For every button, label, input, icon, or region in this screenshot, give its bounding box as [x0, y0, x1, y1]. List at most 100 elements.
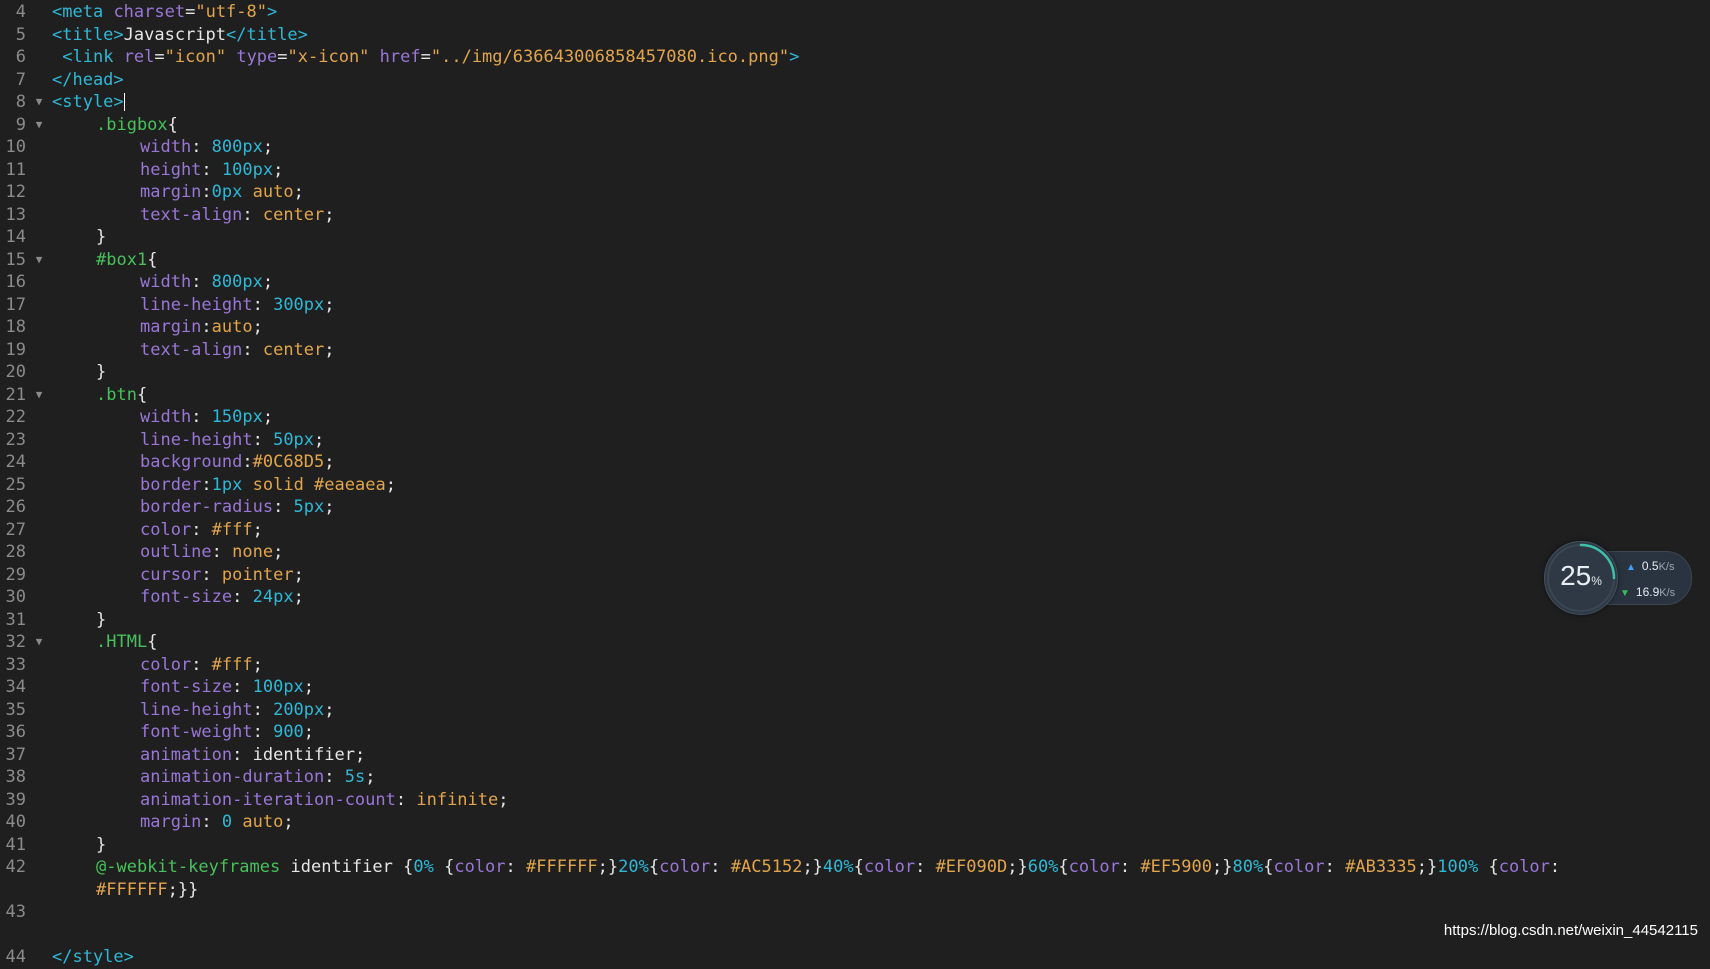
code-text[interactable]: @-webkit-keyframes identifier {0% {color… [52, 856, 1710, 879]
code-text[interactable]: #box1{ [52, 249, 1710, 272]
code-text[interactable]: border-radius: 5px; [52, 496, 1710, 519]
code-text[interactable]: } [52, 609, 1710, 632]
code-line[interactable]: 26 border-radius: 5px; [0, 496, 1710, 519]
code-text[interactable]: border:1px solid #eaeaea; [52, 474, 1710, 497]
code-line[interactable]: 7 </head> [0, 69, 1710, 92]
code-text[interactable]: margin: 0 auto; [52, 811, 1710, 834]
code-text[interactable]: font-size: 24px; [52, 586, 1710, 609]
code-line[interactable]: 14} [0, 226, 1710, 249]
code-line[interactable]: 8 ▼ <style> [0, 91, 1710, 114]
code-text[interactable]: #FFFFFF;}} [52, 879, 1710, 902]
code-text[interactable]: font-size: 100px; [52, 676, 1710, 699]
code-line[interactable]: 4 <meta charset="utf-8"> [0, 1, 1710, 24]
code-text[interactable]: width: 800px; [52, 136, 1710, 159]
code-line[interactable]: 19 text-align: center; [0, 339, 1710, 362]
code-line[interactable]: 31} [0, 609, 1710, 632]
code-text[interactable]: margin:0px auto; [52, 181, 1710, 204]
code-text[interactable]: width: 800px; [52, 271, 1710, 294]
code-line[interactable]: 30 font-size: 24px; [0, 586, 1710, 609]
fold-gutter [26, 294, 52, 317]
code-text[interactable]: line-height: 50px; [52, 429, 1710, 452]
code-text[interactable]: } [52, 226, 1710, 249]
fold-gutter [26, 361, 52, 384]
code-editor[interactable]: 4 <meta charset="utf-8"> 5 <title>Javascrip… [0, 1, 1710, 969]
code-text[interactable]: font-weight: 900; [52, 721, 1710, 744]
code-line[interactable]: 36 font-weight: 900; [0, 721, 1710, 744]
code-line[interactable]: 44 </style> [0, 946, 1710, 969]
code-text[interactable]: <link rel="icon" type="x-icon" href="../… [52, 46, 1710, 69]
code-text[interactable]: animation-iteration-count: infinite; [52, 789, 1710, 812]
code-line[interactable]: 41} [0, 834, 1710, 857]
code-text[interactable]: animation: identifier; [52, 744, 1710, 767]
code-text[interactable]: background:#0C68D5; [52, 451, 1710, 474]
code-line[interactable]: 20} [0, 361, 1710, 384]
code-line[interactable]: 11 height: 100px; [0, 159, 1710, 182]
code-text[interactable]: height: 100px; [52, 159, 1710, 182]
code-line[interactable]: 15 ▼ #box1{ [0, 249, 1710, 272]
code-line[interactable]: 35 line-height: 200px; [0, 699, 1710, 722]
code-line[interactable]: 12 margin:0px auto; [0, 181, 1710, 204]
code-line[interactable]: 17 line-height: 300px; [0, 294, 1710, 317]
code-text[interactable]: .HTML{ [52, 631, 1710, 654]
code-text[interactable] [52, 901, 1710, 924]
code-text[interactable]: outline: none; [52, 541, 1710, 564]
code-line[interactable]: 42 @-webkit-keyframes identifier {0% {col… [0, 856, 1710, 879]
code-line[interactable]: 21 ▼ .btn{ [0, 384, 1710, 407]
code-text[interactable]: </head> [52, 69, 1710, 92]
fold-toggle-icon[interactable]: ▼ [26, 384, 52, 407]
arrow-down-icon: ▼ [1620, 588, 1630, 599]
code-line[interactable]: 16 width: 800px; [0, 271, 1710, 294]
code-text[interactable]: .btn{ [52, 384, 1710, 407]
code-line[interactable]: 38 animation-duration: 5s; [0, 766, 1710, 789]
code-line[interactable]: #FFFFFF;}} [0, 879, 1710, 902]
code-line[interactable]: 29 cursor: pointer; [0, 564, 1710, 587]
fold-toggle-icon[interactable]: ▼ [26, 249, 52, 272]
code-text[interactable]: } [52, 361, 1710, 384]
code-line[interactable]: 33 color: #fff; [0, 654, 1710, 677]
code-text[interactable]: color: #fff; [52, 654, 1710, 677]
code-text[interactable]: <title>Javascript</title> [52, 24, 1710, 47]
code-line[interactable]: 9 ▼ .bigbox{ [0, 114, 1710, 137]
code-text[interactable]: </style> [52, 946, 1710, 969]
fold-gutter [26, 676, 52, 699]
code-line[interactable]: 13 text-align: center; [0, 204, 1710, 227]
code-line[interactable]: 22 width: 150px; [0, 406, 1710, 429]
cpu-usage-dial[interactable]: 25% [1544, 541, 1618, 615]
code-line[interactable]: 23 line-height: 50px; [0, 429, 1710, 452]
fold-toggle-icon[interactable]: ▼ [26, 91, 52, 114]
code-text[interactable]: text-align: center; [52, 339, 1710, 362]
code-line[interactable]: 6 <link rel="icon" type="x-icon" href=".… [0, 46, 1710, 69]
code-line[interactable]: 37 animation: identifier; [0, 744, 1710, 767]
code-text[interactable]: } [52, 834, 1710, 857]
line-number [0, 879, 26, 902]
code-text[interactable]: line-height: 300px; [52, 294, 1710, 317]
code-text[interactable]: <style> [52, 91, 1710, 114]
code-text[interactable]: line-height: 200px; [52, 699, 1710, 722]
code-line[interactable]: 39 animation-iteration-count: infinite; [0, 789, 1710, 812]
code-line[interactable]: 18 margin:auto; [0, 316, 1710, 339]
code-line[interactable]: 34 font-size: 100px; [0, 676, 1710, 699]
code-line[interactable]: 28 outline: none; [0, 541, 1710, 564]
code-line[interactable]: 10 width: 800px; [0, 136, 1710, 159]
code-line[interactable]: 43 [0, 901, 1710, 924]
code-line[interactable]: 27 color: #fff; [0, 519, 1710, 542]
fold-toggle-icon[interactable]: ▼ [26, 114, 52, 137]
code-line[interactable]: 24 background:#0C68D5; [0, 451, 1710, 474]
code-text[interactable]: animation-duration: 5s; [52, 766, 1710, 789]
code-line[interactable]: 5 <title>Javascript</title> [0, 24, 1710, 47]
code-line[interactable]: 32 ▼ .HTML{ [0, 631, 1710, 654]
line-number: 41 [5, 834, 26, 855]
fold-gutter [26, 46, 52, 69]
line-number: 21 [5, 384, 26, 405]
code-text[interactable]: <meta charset="utf-8"> [52, 1, 1710, 24]
code-text[interactable]: text-align: center; [52, 204, 1710, 227]
network-monitor-widget[interactable]: 25% ▲ 0.5K/s ▼ 16.9K/s [1544, 541, 1692, 615]
fold-toggle-icon[interactable]: ▼ [26, 631, 52, 654]
code-line[interactable]: 25 border:1px solid #eaeaea; [0, 474, 1710, 497]
code-line[interactable]: 40 margin: 0 auto; [0, 811, 1710, 834]
code-text[interactable]: cursor: pointer; [52, 564, 1710, 587]
code-text[interactable]: width: 150px; [52, 406, 1710, 429]
code-text[interactable]: margin:auto; [52, 316, 1710, 339]
code-text[interactable]: .bigbox{ [52, 114, 1710, 137]
code-text[interactable]: color: #fff; [52, 519, 1710, 542]
